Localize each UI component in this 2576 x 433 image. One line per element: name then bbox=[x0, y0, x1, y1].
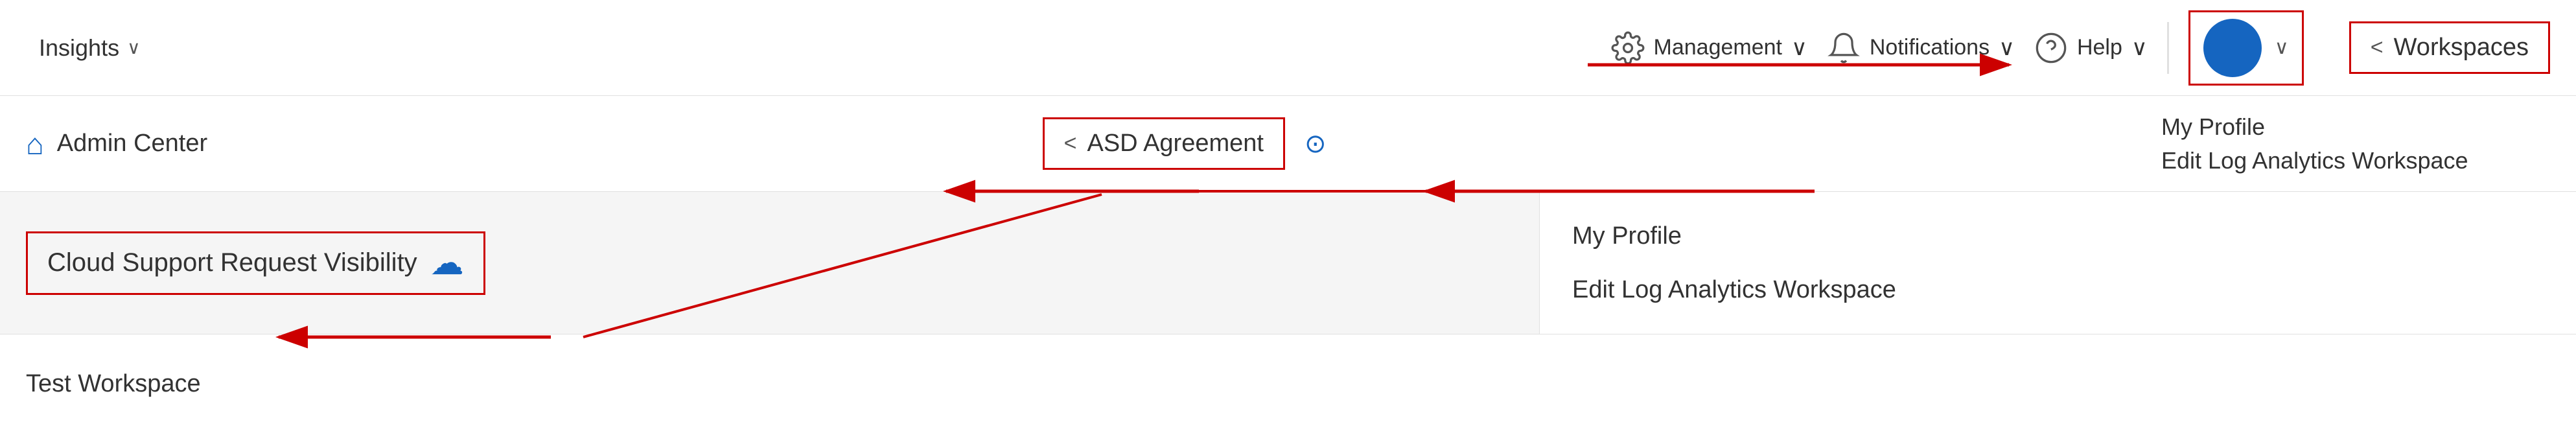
notifications-nav[interactable]: Notifications ∨ bbox=[1827, 31, 2015, 65]
workspaces-button[interactable]: < Workspaces bbox=[2349, 21, 2550, 74]
my-profile-item[interactable]: My Profile bbox=[2161, 113, 2550, 141]
management-nav[interactable]: Management ∨ bbox=[1611, 31, 1807, 65]
asd-agreement-button[interactable]: < ASD Agreement bbox=[1043, 117, 1285, 170]
management-chevron: ∨ bbox=[1791, 35, 1807, 61]
third-row: Cloud Support Request Visibility ☁ My Pr… bbox=[0, 192, 2576, 334]
edit-log-menu-item[interactable]: Edit Log Analytics Workspace bbox=[1572, 270, 2544, 310]
cloud-support-label: Cloud Support Request Visibility bbox=[47, 248, 417, 277]
insights-chevron: ∨ bbox=[127, 37, 141, 58]
help-chevron: ∨ bbox=[2131, 35, 2148, 61]
workspaces-label: Workspaces bbox=[2394, 34, 2529, 62]
notifications-chevron: ∨ bbox=[1999, 35, 2015, 61]
edit-log-item[interactable]: Edit Log Analytics Workspace bbox=[2161, 147, 2550, 174]
asd-chevron-left: < bbox=[1064, 131, 1077, 156]
admin-center-label: Admin Center bbox=[57, 130, 207, 158]
management-icon bbox=[1611, 31, 1645, 65]
second-row-center: < ASD Agreement ⊙ bbox=[1043, 117, 1327, 170]
test-workspace-label: Test Workspace bbox=[26, 370, 201, 397]
user-menu[interactable]: ∨ bbox=[2188, 10, 2304, 86]
third-row-left: Cloud Support Request Visibility ☁ bbox=[0, 192, 1539, 334]
nav-separator bbox=[2167, 22, 2169, 74]
help-nav[interactable]: Help ∨ bbox=[2034, 31, 2148, 65]
asd-agreement-label: ASD Agreement bbox=[1087, 130, 1263, 158]
view-icon: ⊙ bbox=[1305, 129, 1327, 159]
second-row: ⌂ Admin Center < ASD Agreement ⊙ My Prof… bbox=[0, 96, 2576, 192]
top-nav-right: Management ∨ Notifications ∨ Help ∨ bbox=[1611, 10, 2550, 86]
cloud-support-button[interactable]: Cloud Support Request Visibility ☁ bbox=[26, 231, 485, 295]
fourth-row-left: Test Workspace bbox=[26, 370, 2550, 398]
notification-bell-icon bbox=[1827, 31, 1861, 65]
second-row-left: ⌂ Admin Center bbox=[26, 126, 207, 161]
insights-nav[interactable]: Insights ∨ bbox=[26, 28, 154, 68]
help-label: Help bbox=[2077, 35, 2122, 60]
help-icon bbox=[2034, 31, 2068, 65]
management-label: Management bbox=[1654, 35, 1782, 60]
top-navigation: Insights ∨ Management ∨ Notifications ∨ bbox=[0, 0, 2576, 96]
insights-label: Insights bbox=[39, 34, 119, 62]
my-profile-menu-item[interactable]: My Profile bbox=[1572, 216, 2544, 257]
second-row-right: My Profile Edit Log Analytics Workspace bbox=[2161, 113, 2550, 174]
third-row-right: My Profile Edit Log Analytics Workspace bbox=[1539, 192, 2576, 334]
home-icon[interactable]: ⌂ bbox=[26, 126, 44, 161]
top-nav-left: Insights ∨ bbox=[26, 28, 154, 68]
notifications-label: Notifications bbox=[1870, 35, 1990, 60]
user-chevron: ∨ bbox=[2275, 36, 2289, 59]
cloud-icon: ☁ bbox=[430, 244, 464, 283]
user-avatar bbox=[2203, 19, 2262, 77]
fourth-row: Test Workspace bbox=[0, 334, 2576, 433]
workspace-dropdown-items: My Profile Edit Log Analytics Workspace bbox=[2161, 113, 2550, 174]
workspaces-chevron-left: < bbox=[2371, 35, 2384, 60]
